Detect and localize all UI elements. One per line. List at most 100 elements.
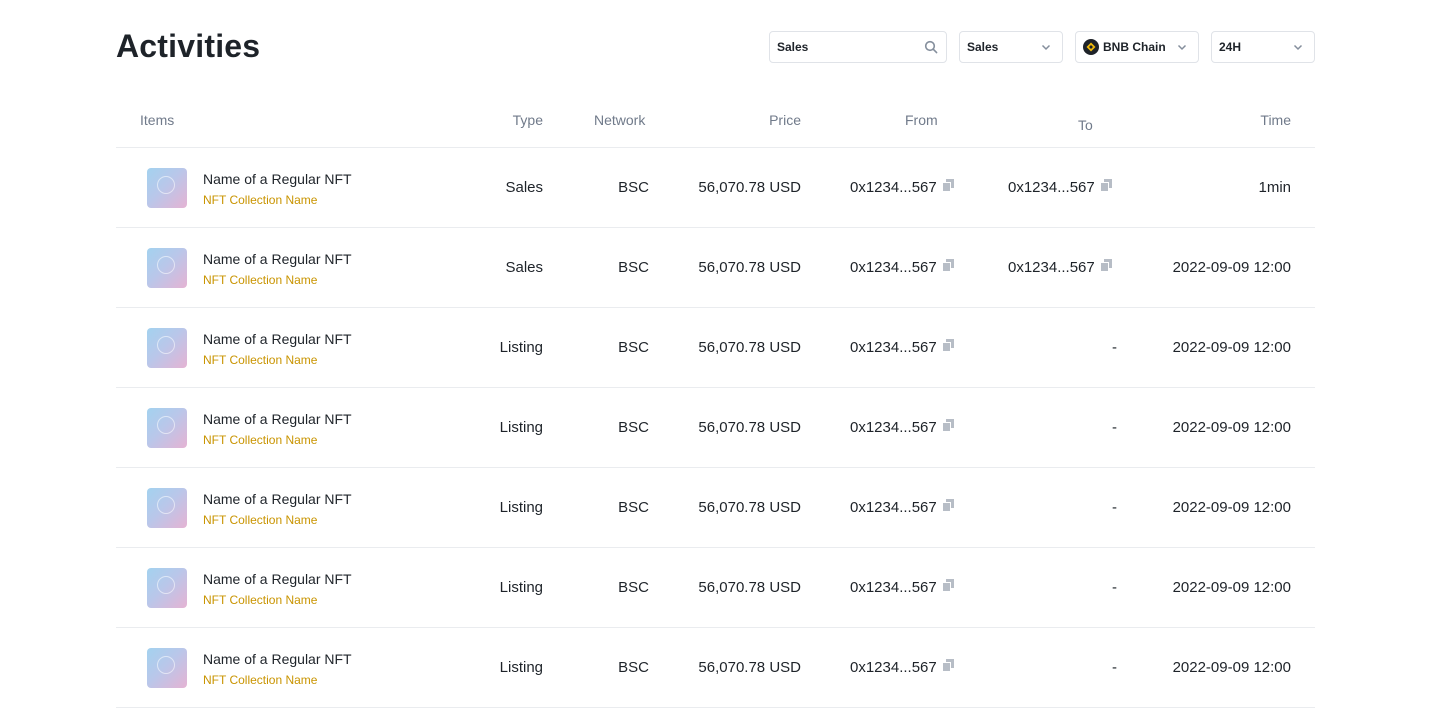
nft-name[interactable]: Name of a Regular NFT xyxy=(203,411,352,427)
page-title: Activities xyxy=(116,28,261,64)
table-row[interactable]: Name of a Regular NFT NFT Collection Nam… xyxy=(116,228,1315,308)
activity-type: Listing xyxy=(499,339,543,356)
from-address-text[interactable]: 0x1234...567 xyxy=(850,579,937,596)
nft-collection-link[interactable]: NFT Collection Name xyxy=(203,193,317,207)
nft-name[interactable]: Name of a Regular NFT xyxy=(203,251,352,267)
chevron-down-icon xyxy=(1177,44,1187,51)
nft-collection-link[interactable]: NFT Collection Name xyxy=(203,593,317,607)
network: BSC xyxy=(618,259,649,276)
copy-icon[interactable] xyxy=(942,659,954,671)
type-select-value: Sales xyxy=(967,40,999,54)
activity-type: Listing xyxy=(499,419,543,436)
from-address-text[interactable]: 0x1234...567 xyxy=(850,259,937,276)
from-address-text[interactable]: 0x1234...567 xyxy=(850,499,937,516)
table-row[interactable]: Name of a Regular NFT NFT Collection Nam… xyxy=(116,548,1315,628)
to-address-empty: - xyxy=(1112,579,1117,596)
price: 56,070.78 USD xyxy=(698,659,801,676)
table-header: Items Type Network Price From To Time xyxy=(116,96,1315,148)
to-address-empty: - xyxy=(1112,339,1117,356)
from-address-text[interactable]: 0x1234...567 xyxy=(850,179,937,196)
nft-collection-link[interactable]: NFT Collection Name xyxy=(203,273,317,287)
table-row[interactable]: Name of a Regular NFT NFT Collection Nam… xyxy=(116,148,1315,228)
from-address: 0x1234...567 xyxy=(850,579,954,596)
activity-time: 2022-09-09 12:00 xyxy=(1172,259,1291,276)
price: 56,070.78 USD xyxy=(698,579,801,596)
activity-time: 2022-09-09 12:00 xyxy=(1172,339,1291,356)
copy-icon[interactable] xyxy=(942,419,954,431)
activity-type: Sales xyxy=(505,259,543,276)
column-header-to: To xyxy=(1078,117,1093,133)
table-row[interactable]: Name of a Regular NFT NFT Collection Nam… xyxy=(116,388,1315,468)
to-address: 0x1234...567 xyxy=(1008,179,1112,196)
type-select[interactable]: Sales xyxy=(959,31,1063,63)
column-header-network: Network xyxy=(594,112,646,128)
column-header-from: From xyxy=(905,112,938,128)
activity-time: 1min xyxy=(1258,179,1291,196)
price: 56,070.78 USD xyxy=(698,179,801,196)
activity-table-body: Name of a Regular NFT NFT Collection Nam… xyxy=(116,148,1315,708)
to-address-text[interactable]: 0x1234...567 xyxy=(1008,179,1095,196)
nft-name[interactable]: Name of a Regular NFT xyxy=(203,651,352,667)
chevron-down-icon xyxy=(1293,44,1303,51)
nft-name[interactable]: Name of a Regular NFT xyxy=(203,571,352,587)
chevron-down-icon xyxy=(1041,44,1051,51)
nft-thumbnail[interactable] xyxy=(147,408,187,448)
nft-thumbnail[interactable] xyxy=(147,248,187,288)
column-header-items: Items xyxy=(140,112,175,128)
column-header-type: Type xyxy=(512,112,543,128)
from-address-text[interactable]: 0x1234...567 xyxy=(850,659,937,676)
copy-icon[interactable] xyxy=(942,179,954,191)
nft-collection-link[interactable]: NFT Collection Name xyxy=(203,353,317,367)
nft-collection-link[interactable]: NFT Collection Name xyxy=(203,513,317,527)
price: 56,070.78 USD xyxy=(698,339,801,356)
activity-type: Sales xyxy=(505,179,543,196)
to-address-empty: - xyxy=(1112,499,1117,516)
nft-thumbnail[interactable] xyxy=(147,648,187,688)
table-row[interactable]: Name of a Regular NFT NFT Collection Nam… xyxy=(116,308,1315,388)
from-address-text[interactable]: 0x1234...567 xyxy=(850,339,937,356)
from-address: 0x1234...567 xyxy=(850,659,954,676)
nft-thumbnail[interactable] xyxy=(147,168,187,208)
search-box[interactable] xyxy=(769,31,947,63)
to-address-empty: - xyxy=(1112,419,1117,436)
from-address: 0x1234...567 xyxy=(850,419,954,436)
network: BSC xyxy=(618,659,649,676)
activity-type: Listing xyxy=(499,499,543,516)
copy-icon[interactable] xyxy=(942,499,954,511)
nft-thumbnail[interactable] xyxy=(147,568,187,608)
from-address: 0x1234...567 xyxy=(850,499,954,516)
nft-collection-link[interactable]: NFT Collection Name xyxy=(203,433,317,447)
from-address-text[interactable]: 0x1234...567 xyxy=(850,419,937,436)
search-icon[interactable] xyxy=(924,40,938,54)
nft-thumbnail[interactable] xyxy=(147,328,187,368)
copy-icon[interactable] xyxy=(942,259,954,271)
from-address: 0x1234...567 xyxy=(850,179,954,196)
nft-name[interactable]: Name of a Regular NFT xyxy=(203,331,352,347)
from-address: 0x1234...567 xyxy=(850,259,954,276)
activity-time: 2022-09-09 12:00 xyxy=(1172,499,1291,516)
activity-time: 2022-09-09 12:00 xyxy=(1172,419,1291,436)
activity-type: Listing xyxy=(499,659,543,676)
network: BSC xyxy=(618,339,649,356)
activity-time: 2022-09-09 12:00 xyxy=(1172,659,1291,676)
table-row[interactable]: Name of a Regular NFT NFT Collection Nam… xyxy=(116,628,1315,708)
search-input[interactable] xyxy=(770,40,910,54)
time-range-select[interactable]: 24H xyxy=(1211,31,1315,63)
table-row[interactable]: Name of a Regular NFT NFT Collection Nam… xyxy=(116,468,1315,548)
nft-name[interactable]: Name of a Regular NFT xyxy=(203,491,352,507)
column-header-time: Time xyxy=(1260,112,1291,128)
from-address: 0x1234...567 xyxy=(850,339,954,356)
to-address-empty: - xyxy=(1112,659,1117,676)
copy-icon[interactable] xyxy=(942,579,954,591)
activity-time: 2022-09-09 12:00 xyxy=(1172,579,1291,596)
chain-select[interactable]: BNB Chain xyxy=(1075,31,1199,63)
copy-icon[interactable] xyxy=(1100,179,1112,191)
copy-icon[interactable] xyxy=(942,339,954,351)
price: 56,070.78 USD xyxy=(698,259,801,276)
copy-icon[interactable] xyxy=(1100,259,1112,271)
nft-name[interactable]: Name of a Regular NFT xyxy=(203,171,352,187)
column-header-price: Price xyxy=(769,112,801,128)
nft-collection-link[interactable]: NFT Collection Name xyxy=(203,673,317,687)
to-address-text[interactable]: 0x1234...567 xyxy=(1008,259,1095,276)
nft-thumbnail[interactable] xyxy=(147,488,187,528)
